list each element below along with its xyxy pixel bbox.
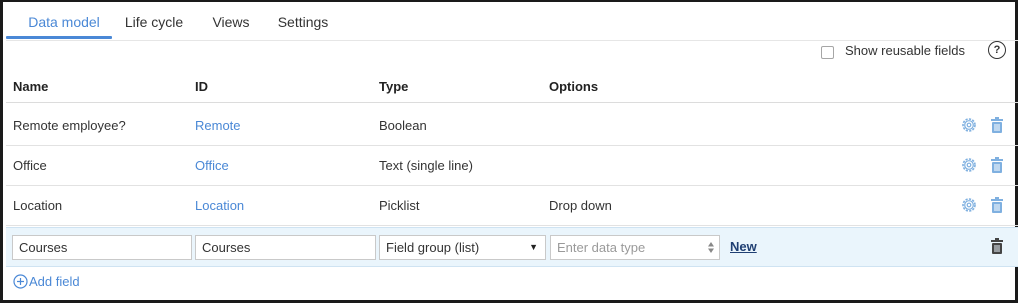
field-name: Location [13,198,63,213]
table-row: Location Location Picklist Drop down [6,186,1018,226]
field-name: Office [13,158,47,173]
data-type-input[interactable]: Enter data type [550,235,720,260]
tab-settings[interactable]: Settings [270,12,336,40]
field-name: Remote employee? [13,118,126,133]
trash-icon[interactable] [988,156,1006,174]
field-id-input[interactable]: Courses [195,235,376,260]
show-reusable-fields-checkbox[interactable] [821,45,834,59]
help-symbol: ? [993,44,1001,56]
field-id-link[interactable]: Location [195,198,244,213]
trash-icon[interactable] [988,196,1006,214]
gear-icon[interactable] [960,196,978,214]
trash-icon[interactable] [988,237,1006,255]
show-reusable-fields-toggle[interactable]: Show reusable fields [821,42,965,62]
tab-views[interactable]: Views [206,12,256,40]
active-tab-indicator [6,36,112,39]
new-field-row: Courses Courses Field group (list) ▼ Ent… [6,227,1018,267]
field-type-select[interactable]: Field group (list) ▼ [379,235,546,260]
field-type: Boolean [379,118,427,133]
tab-life-cycle[interactable]: Life cycle [118,12,190,40]
field-id-link[interactable]: Remote [195,118,241,133]
gear-icon[interactable] [960,116,978,134]
add-field-label: Add field [29,274,80,289]
new-data-type-link[interactable]: New [730,239,757,254]
add-field-button[interactable]: Add field [13,274,80,289]
help-icon[interactable]: ? [988,41,1006,59]
column-header-options: Options [549,79,599,94]
data-type-placeholder: Enter data type [557,240,646,255]
field-options: Drop down [549,198,612,213]
column-header-id: ID [195,79,208,94]
field-type: Picklist [379,198,420,213]
plus-circle-icon [13,274,28,289]
field-type-selected: Field group (list) [386,240,480,255]
tab-bar: Data model Life cycle Views Settings [6,4,1018,41]
table-row: Office Office Text (single line) [6,146,1018,186]
app-frame: Data model Life cycle Views Settings Sho… [0,0,1018,303]
table-row: Remote employee? Remote Boolean [6,106,1018,146]
gear-icon[interactable] [960,156,978,174]
dropdown-arrow-icon: ▼ [529,242,538,252]
trash-icon[interactable] [988,116,1006,134]
header-divider [6,102,1018,103]
field-id-link[interactable]: Office [195,158,229,173]
spinner-arrows-icon[interactable] [707,239,715,256]
column-header-name: Name [13,79,49,94]
field-name-input[interactable]: Courses [12,235,192,260]
tab-divider [6,40,1018,41]
field-type: Text (single line) [379,158,473,173]
column-header-type: Type [379,79,409,94]
show-reusable-fields-label: Show reusable fields [845,43,965,58]
